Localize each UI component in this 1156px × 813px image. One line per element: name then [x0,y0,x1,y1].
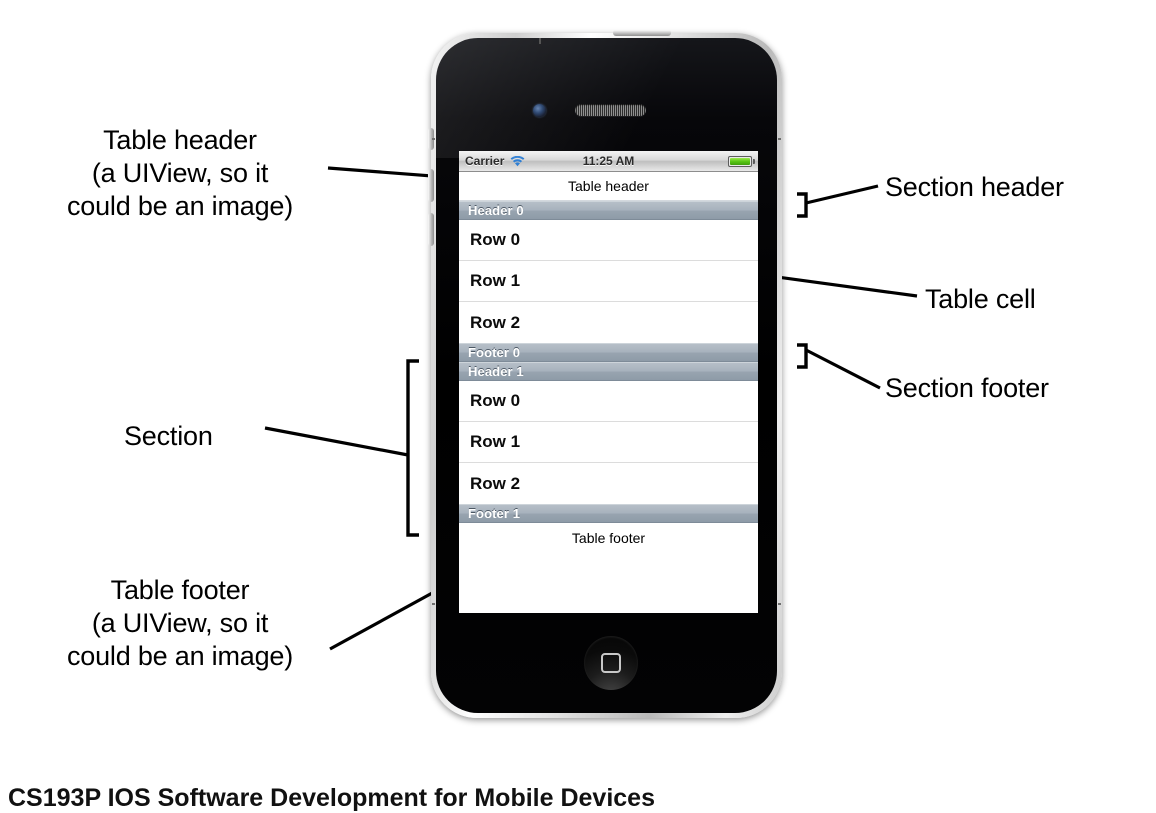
table-cell-label: Row 1 [470,432,521,451]
annotation-table-cell: Table cell [925,284,1036,314]
table-row[interactable]: Row 2 [459,463,758,504]
table-cell-label: Row 2 [470,312,521,332]
earpiece-speaker-icon [575,104,646,116]
home-button-square-icon [601,653,621,673]
antenna-seam [539,38,541,44]
slide-canvas: Table header (a UIView, so it could be a… [0,0,1156,812]
section-header-0: Header 0 [459,201,758,220]
antenna-seam [432,603,435,605]
iphone-device: Carrier 11:25 AM Table header Header 0 R… [428,30,782,718]
table-cell-label: Row 0 [470,391,521,410]
table-footer-view-label: Table footer [571,530,646,546]
section-footer-0: Footer 0 [459,343,758,362]
section-header-1: Header 1 [459,362,758,381]
table-header-view: Table header [459,172,758,201]
battery-fill [730,158,750,165]
table-row[interactable]: Row 0 [459,381,758,422]
device-front-glass: Carrier 11:25 AM Table header Header 0 R… [436,38,777,713]
status-bar: Carrier 11:25 AM [459,151,758,172]
front-camera-icon [533,104,546,117]
volume-down-button[interactable] [428,213,434,246]
annotation-table-footer: Table footer (a UIView, so it could be a… [66,575,294,671]
table-cell-label: Row 2 [470,473,521,493]
bracket-section-footer [797,343,808,369]
section-header-0-label: Header 0 [468,203,524,218]
leader-section-footer [805,348,881,390]
table-row[interactable]: Row 0 [459,220,758,261]
volume-up-button[interactable] [428,169,434,202]
slide-caption: CS193P IOS Software Development for Mobi… [8,784,655,812]
table-view[interactable]: Table header Header 0 Row 0 Row 1 Row 2 [459,172,758,613]
table-footer-view: Table footer [459,523,758,602]
battery-icon [728,156,752,167]
section-footer-0-label: Footer 0 [468,345,521,360]
table-row[interactable]: Row 1 [459,422,758,463]
leader-section-header [805,184,879,205]
table-cell-label: Row 0 [470,230,521,249]
bracket-section-header [797,192,808,218]
device-screen: Carrier 11:25 AM Table header Header 0 R… [459,151,758,613]
antenna-seam [778,138,781,140]
annotation-section: Section [124,421,213,451]
section-footer-1-label: Footer 1 [468,506,521,521]
annotation-table-header: Table header (a UIView, so it could be a… [66,125,294,221]
power-button[interactable] [613,30,671,36]
bracket-section [406,359,419,537]
table-row[interactable]: Row 2 [459,302,758,343]
section-header-1-label: Header 1 [468,364,524,379]
annotation-section-footer: Section footer [885,373,1049,403]
annotation-section-header: Section header [885,172,1064,202]
antenna-seam [432,138,435,140]
home-button[interactable] [584,636,638,690]
leader-section [264,426,409,457]
table-header-view-label: Table header [568,178,649,194]
table-row[interactable]: Row 1 [459,261,758,302]
clock-label: 11:25 AM [582,154,635,168]
screen-glare [436,38,777,158]
table-cell-label: Row 1 [470,271,521,290]
antenna-seam [778,603,781,605]
section-footer-1: Footer 1 [459,504,758,523]
battery-cap [753,159,755,164]
